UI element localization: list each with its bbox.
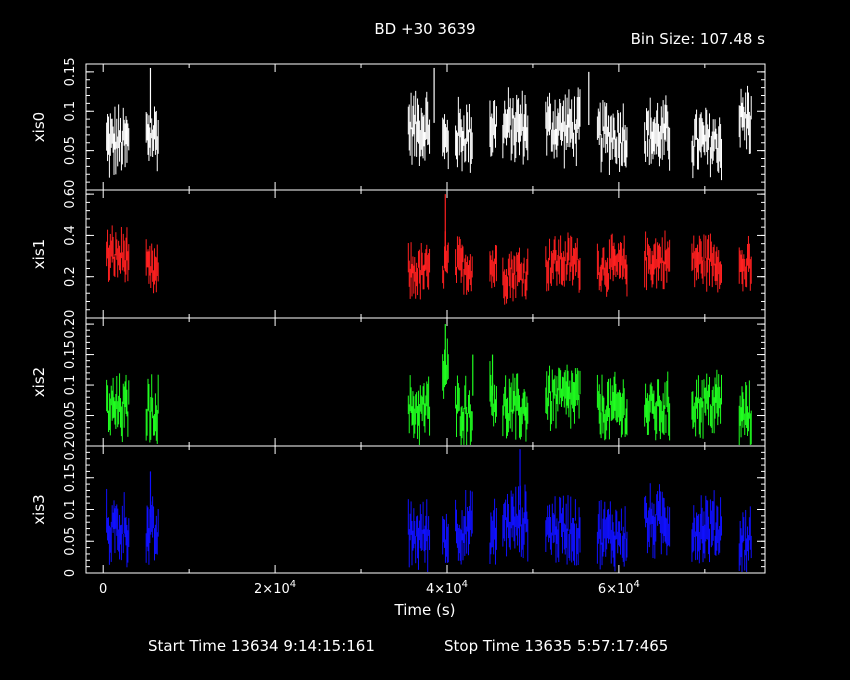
x-tick-label: 6×104 xyxy=(598,579,640,597)
x-tick-label: 0 xyxy=(99,582,107,597)
bin-size-label: Bin Size: 107.48 s xyxy=(631,30,766,48)
panel-label-xis1: xis1 xyxy=(30,239,48,269)
x-axis-label: Time (s) xyxy=(394,601,456,619)
panel-label-xis3: xis3 xyxy=(30,494,48,524)
y-tick-label: 0.2 xyxy=(63,266,78,287)
start-time-label: Start Time 13634 9:14:15:161 xyxy=(148,637,375,655)
y-tick-label: 0.20 xyxy=(63,432,78,461)
panels-group: 0.05 0.1 0.15 xis0 0.2 0.4 0.60 xis1 0.05 0.1 0.15… xyxy=(30,57,766,597)
y-tick-label: 0.05 xyxy=(63,527,78,556)
y-tick-label: 0 xyxy=(63,569,78,577)
y-tick-label: 0.05 xyxy=(63,136,78,165)
y-tick-label: 0.4 xyxy=(63,225,78,246)
x-tick-label: 2×104 xyxy=(254,579,296,597)
y-tick-label: 0.1 xyxy=(63,375,78,396)
y-tick-label: 0.15 xyxy=(63,340,78,369)
y-tick-label: 0.20 xyxy=(63,310,78,339)
x-tick-label: 4×104 xyxy=(426,579,468,597)
y-tick-label: 0.1 xyxy=(63,101,78,122)
lightcurve-chart: BD +30 3639 Bin Size: 107.48 s Time (s) … xyxy=(30,20,766,655)
stop-time-label: Stop Time 13635 5:57:17:465 xyxy=(444,637,668,655)
y-tick-label: 0.1 xyxy=(63,499,78,520)
y-tick-label: 0.15 xyxy=(63,463,78,492)
y-tick-label: 0.05 xyxy=(63,401,78,430)
y-tick-label: 0.60 xyxy=(63,180,78,209)
panel-label-xis2: xis2 xyxy=(30,367,48,397)
y-tick-label: 0.15 xyxy=(63,57,78,86)
panel-label-xis0: xis0 xyxy=(30,112,48,142)
chart-title: BD +30 3639 xyxy=(374,20,475,38)
